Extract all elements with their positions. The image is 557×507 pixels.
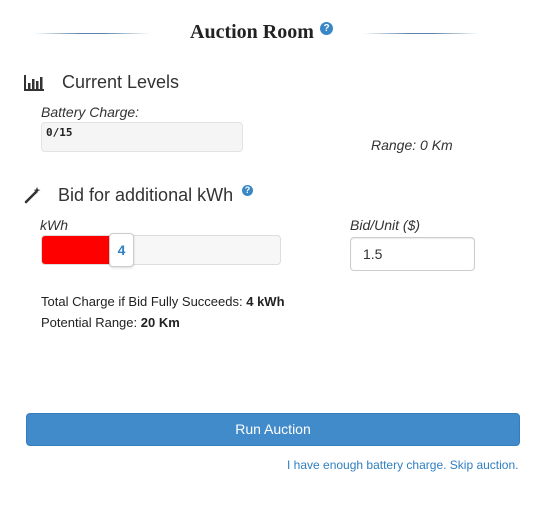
battery-charge-label: Battery Charge:: [41, 104, 140, 120]
total-charge-label: Total Charge if Bid Fully Succeeds:: [41, 294, 243, 309]
battery-charge-value: 0/15: [46, 126, 73, 139]
help-icon[interactable]: ?: [320, 22, 333, 35]
current-levels-heading: Current Levels: [62, 72, 180, 92]
total-charge-line: Total Charge if Bid Fully Succeeds: 4 kW…: [41, 294, 285, 309]
run-auction-button[interactable]: Run Auction: [26, 413, 520, 446]
kwh-value: 4: [117, 242, 126, 258]
magic-wand-icon: [24, 186, 42, 204]
total-charge-value: 4 kWh: [246, 294, 285, 309]
potential-range-line: Potential Range: 20 Km: [41, 315, 180, 330]
bid-heading: Bid for additional kWh: [58, 185, 234, 205]
kwh-slider-fill: [42, 236, 113, 264]
kwh-slider[interactable]: 4: [41, 233, 281, 267]
battery-charge-display: 0/15: [41, 122, 243, 152]
range-text: Range: 0 Km: [371, 137, 453, 153]
skip-auction-link[interactable]: I have enough battery charge. Skip aucti…: [287, 458, 519, 472]
kwh-label: kWh: [40, 217, 68, 233]
kwh-slider-handle[interactable]: 4: [109, 233, 134, 267]
bid-help-icon[interactable]: ?: [242, 185, 253, 196]
header-right-rule: [363, 33, 479, 34]
page-title: Auction Room: [190, 21, 314, 43]
potential-range-label: Potential Range:: [41, 315, 138, 330]
header-left-rule: [34, 33, 150, 34]
bar-chart-icon: [24, 75, 44, 91]
bid-unit-label: Bid/Unit ($): [350, 217, 421, 233]
potential-range-value: 20 Km: [140, 315, 180, 330]
bid-unit-input[interactable]: [350, 237, 475, 271]
